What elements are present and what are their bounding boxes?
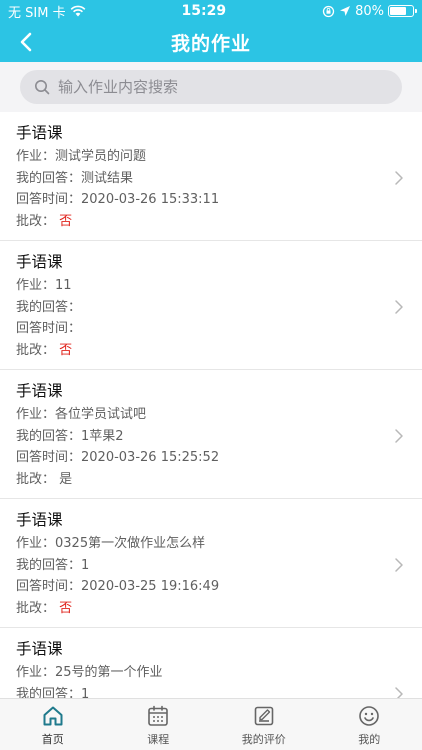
graded-row: 批改： 是: [16, 469, 406, 491]
chevron-right-icon: [395, 300, 403, 314]
header: 无 SIM 卡 15:29 80% 我的作业: [0, 0, 422, 62]
graded-label: 批改：: [16, 342, 56, 358]
homework-row: 作业：各位学员试试吧: [16, 404, 406, 426]
answer-row: 我的回答：1苹果2: [16, 426, 406, 448]
tab-label: 我的评价: [241, 733, 286, 746]
list-item[interactable]: 手语课 作业：0325第一次做作业怎么样 我的回答：1 回答时间：2020-03…: [0, 499, 422, 628]
back-button[interactable]: [12, 28, 40, 56]
answer-row: 我的回答：1: [16, 684, 406, 699]
list-item[interactable]: 手语课 作业：各位学员试试吧 我的回答：1苹果2 回答时间：2020-03-26…: [0, 370, 422, 499]
answer-row: 我的回答：测试结果: [16, 168, 406, 190]
wifi-icon: [70, 5, 85, 17]
answer-value: 1: [81, 686, 90, 699]
search-icon: [35, 80, 50, 95]
edit-note-icon: [254, 706, 274, 726]
homework-value: 测试学员的问题: [55, 149, 147, 164]
tab-mine[interactable]: 我的: [317, 699, 422, 750]
answer-time-label: 回答时间：: [16, 579, 82, 594]
graded-value: 否: [59, 342, 73, 358]
graded-value: 是: [59, 471, 73, 487]
chevron-right-icon: [395, 171, 403, 185]
chevron-right-icon: [395, 687, 403, 698]
tab-bar: 首页 课程 我的评价 我的: [0, 698, 422, 750]
tab-label: 我的: [358, 733, 381, 746]
answer-time-row: 回答时间：: [16, 318, 406, 340]
smile-icon: [359, 706, 380, 726]
answer-time-row: 回答时间：2020-03-26 15:25:52: [16, 447, 406, 469]
homework-row: 作业：0325第一次做作业怎么样: [16, 533, 406, 555]
graded-row: 批改： 否: [16, 211, 406, 233]
graded-label: 批改：: [16, 213, 56, 229]
battery-icon: [388, 5, 417, 17]
graded-label: 批改：: [16, 471, 56, 487]
orientation-lock-icon: [322, 5, 335, 17]
homework-value: 11: [55, 278, 72, 293]
search-area: [0, 62, 422, 112]
graded-row: 批改： 否: [16, 340, 406, 362]
homework-label: 作业：: [16, 536, 56, 551]
course-name: 手语课: [16, 124, 63, 142]
tab-label: 首页: [41, 733, 64, 746]
tab-home[interactable]: 首页: [0, 699, 106, 750]
answer-time-label: 回答时间：: [16, 450, 82, 465]
status-bar: 无 SIM 卡 15:29 80%: [0, 0, 422, 22]
list-item[interactable]: 手语课 作业：11 我的回答： 回答时间： 批改： 否: [0, 241, 422, 370]
tab-my-reviews[interactable]: 我的评价: [211, 699, 317, 750]
list-item[interactable]: 手语课 作业：25号的第一个作业 我的回答：1 回答时间： 批改：: [0, 628, 422, 698]
nav-bar: 我的作业: [0, 22, 422, 62]
homework-label: 作业：: [16, 665, 56, 680]
graded-label: 批改：: [16, 600, 56, 616]
carrier-label: 无 SIM 卡: [8, 5, 66, 21]
answer-value: 测试结果: [81, 170, 134, 186]
graded-value: 否: [59, 600, 73, 616]
answer-label: 我的回答：: [16, 299, 82, 315]
search-box[interactable]: [20, 70, 402, 104]
homework-label: 作业：: [16, 149, 56, 164]
answer-label: 我的回答：: [16, 686, 82, 699]
answer-time-label: 回答时间：: [16, 192, 82, 207]
answer-row: 我的回答：: [16, 297, 406, 319]
answer-value: 1: [81, 557, 90, 573]
homework-value: 25号的第一个作业: [55, 665, 163, 680]
homework-row: 作业：25号的第一个作业: [16, 662, 406, 684]
answer-label: 我的回答：: [16, 428, 82, 444]
answer-time-row: 回答时间：2020-03-25 19:16:49: [16, 576, 406, 598]
search-input[interactable]: [58, 78, 358, 96]
chevron-right-icon: [395, 429, 403, 443]
page-title: 我的作业: [170, 32, 251, 55]
homework-list: 手语课 作业：测试学员的问题 我的回答：测试结果 回答时间：2020-03-26…: [0, 112, 422, 698]
course-name: 手语课: [16, 640, 63, 658]
answer-time-label: 回答时间：: [16, 321, 82, 336]
homework-row: 作业：测试学员的问题: [16, 146, 406, 168]
home-icon: [43, 706, 63, 726]
course-name: 手语课: [16, 382, 63, 400]
course-name: 手语课: [16, 253, 63, 271]
list-item[interactable]: 手语课 作业：测试学员的问题 我的回答：测试结果 回答时间：2020-03-26…: [0, 112, 422, 241]
tab-course[interactable]: 课程: [106, 699, 212, 750]
status-time: 15:29: [181, 3, 227, 19]
answer-time-value: 2020-03-25 19:16:49: [81, 579, 220, 594]
chevron-left-icon: [20, 32, 32, 52]
calendar-icon: [148, 705, 169, 726]
battery-percent: 80%: [355, 3, 384, 19]
answer-time-value: 2020-03-26 15:33:11: [81, 192, 220, 207]
answer-time-value: 2020-03-26 15:25:52: [81, 450, 220, 465]
graded-value: 否: [59, 213, 73, 229]
answer-value: 1苹果2: [81, 428, 124, 444]
homework-label: 作业：: [16, 278, 56, 293]
answer-time-row: 回答时间：2020-03-26 15:33:11: [16, 189, 406, 211]
graded-row: 批改： 否: [16, 598, 406, 620]
answer-label: 我的回答：: [16, 557, 82, 573]
homework-value: 各位学员试试吧: [55, 407, 147, 422]
homework-value: 0325第一次做作业怎么样: [55, 536, 206, 551]
answer-label: 我的回答：: [16, 170, 82, 186]
chevron-right-icon: [395, 558, 403, 572]
course-name: 手语课: [16, 511, 63, 529]
tab-label: 课程: [147, 733, 170, 746]
location-icon: [340, 6, 351, 16]
homework-row: 作业：11: [16, 275, 406, 297]
answer-row: 我的回答：1: [16, 555, 406, 577]
homework-label: 作业：: [16, 407, 56, 422]
